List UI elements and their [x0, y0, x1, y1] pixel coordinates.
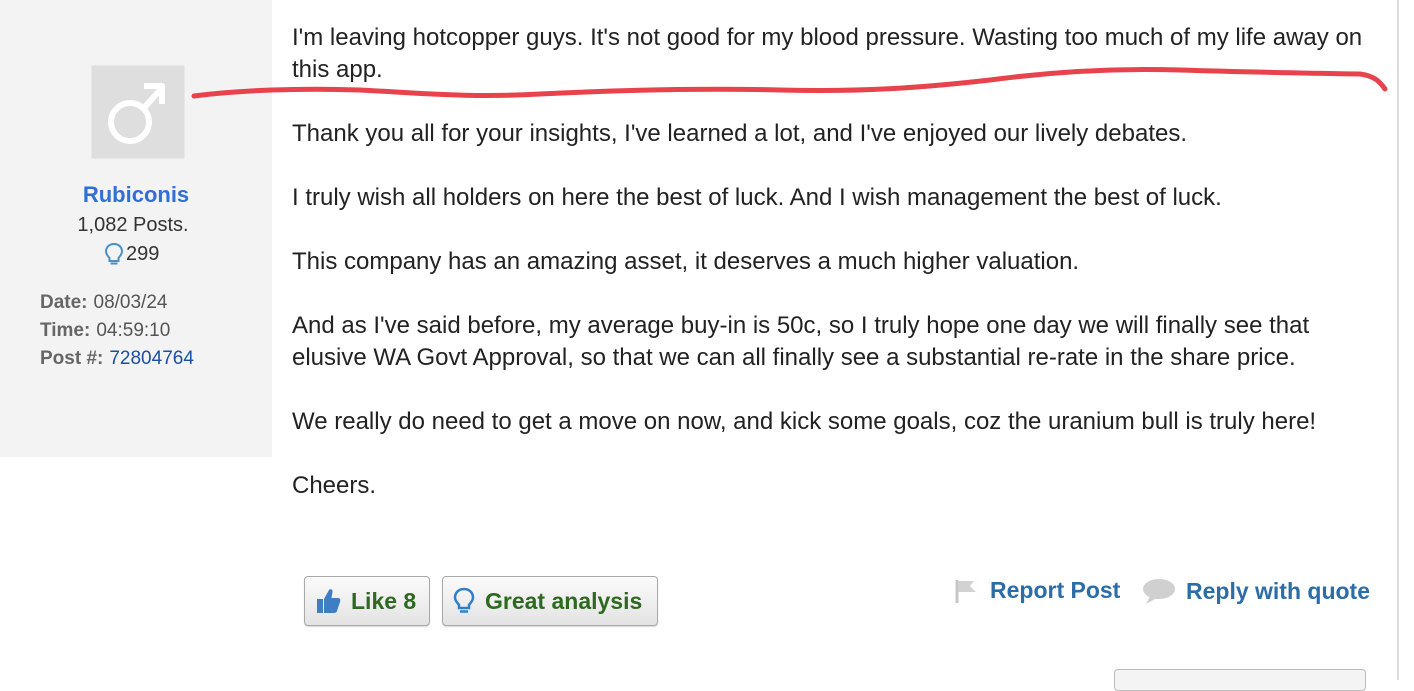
user-likes: 299 — [104, 242, 159, 266]
content-border — [1397, 0, 1399, 680]
post-count: 1,082 Posts. — [77, 214, 189, 236]
share-bar[interactable] — [1114, 669, 1366, 691]
like-button[interactable]: Like 8 — [304, 576, 430, 626]
username-link[interactable]: Rubiconis — [0, 182, 272, 208]
avatar[interactable] — [92, 66, 184, 158]
post-paragraph: We really do need to get a move on now, … — [292, 408, 1317, 435]
time-value: 04:59:10 — [96, 320, 171, 341]
user-likes-count: 299 — [126, 242, 160, 265]
date-label: Date: — [40, 292, 88, 313]
post-body: I'm leaving hotcopper guys. It's not goo… — [292, 22, 1382, 534]
like-button-label: Like 8 — [351, 587, 417, 614]
lightbulb-icon — [453, 587, 475, 613]
lightbulb-icon — [104, 242, 124, 265]
post-number-label: Post #: — [40, 348, 104, 369]
reply-with-quote-link[interactable]: Reply with quote — [1142, 577, 1370, 605]
post-date: Date: 08/03/24 — [40, 292, 167, 314]
post-paragraph: Thank you all for your insights, I've le… — [292, 120, 1188, 147]
author-sidebar: Rubiconis 1,082 Posts. 299 Date: 08/03/24… — [0, 0, 272, 457]
speech-bubble-icon — [1143, 579, 1175, 604]
post-paragraph: And as I've said before, my average buy-… — [292, 312, 1310, 371]
post-paragraph: I'm leaving hotcopper guys. It's not goo… — [292, 24, 1363, 83]
post-time: Time: 04:59:10 — [40, 320, 170, 342]
post-paragraph: This company has an amazing asset, it de… — [292, 248, 1080, 275]
reply-with-quote-label: Reply with quote — [1186, 577, 1370, 604]
male-symbol-icon — [108, 83, 165, 144]
post-paragraph: I truly wish all holders on here the bes… — [292, 184, 1222, 211]
great-analysis-label: Great analysis — [485, 587, 643, 614]
date-value: 08/03/24 — [93, 292, 168, 313]
post-number: Post #: 72804764 — [40, 348, 194, 370]
time-label: Time: — [40, 320, 91, 341]
flag-icon — [955, 579, 976, 603]
thumbs-up-icon — [317, 589, 341, 613]
post-number-link[interactable]: 72804764 — [109, 348, 194, 369]
report-post-link[interactable]: Report Post — [954, 577, 1120, 604]
report-post-label: Report Post — [990, 577, 1121, 603]
post-paragraph: Cheers. — [292, 472, 377, 499]
great-analysis-button[interactable]: Great analysis — [442, 576, 658, 626]
